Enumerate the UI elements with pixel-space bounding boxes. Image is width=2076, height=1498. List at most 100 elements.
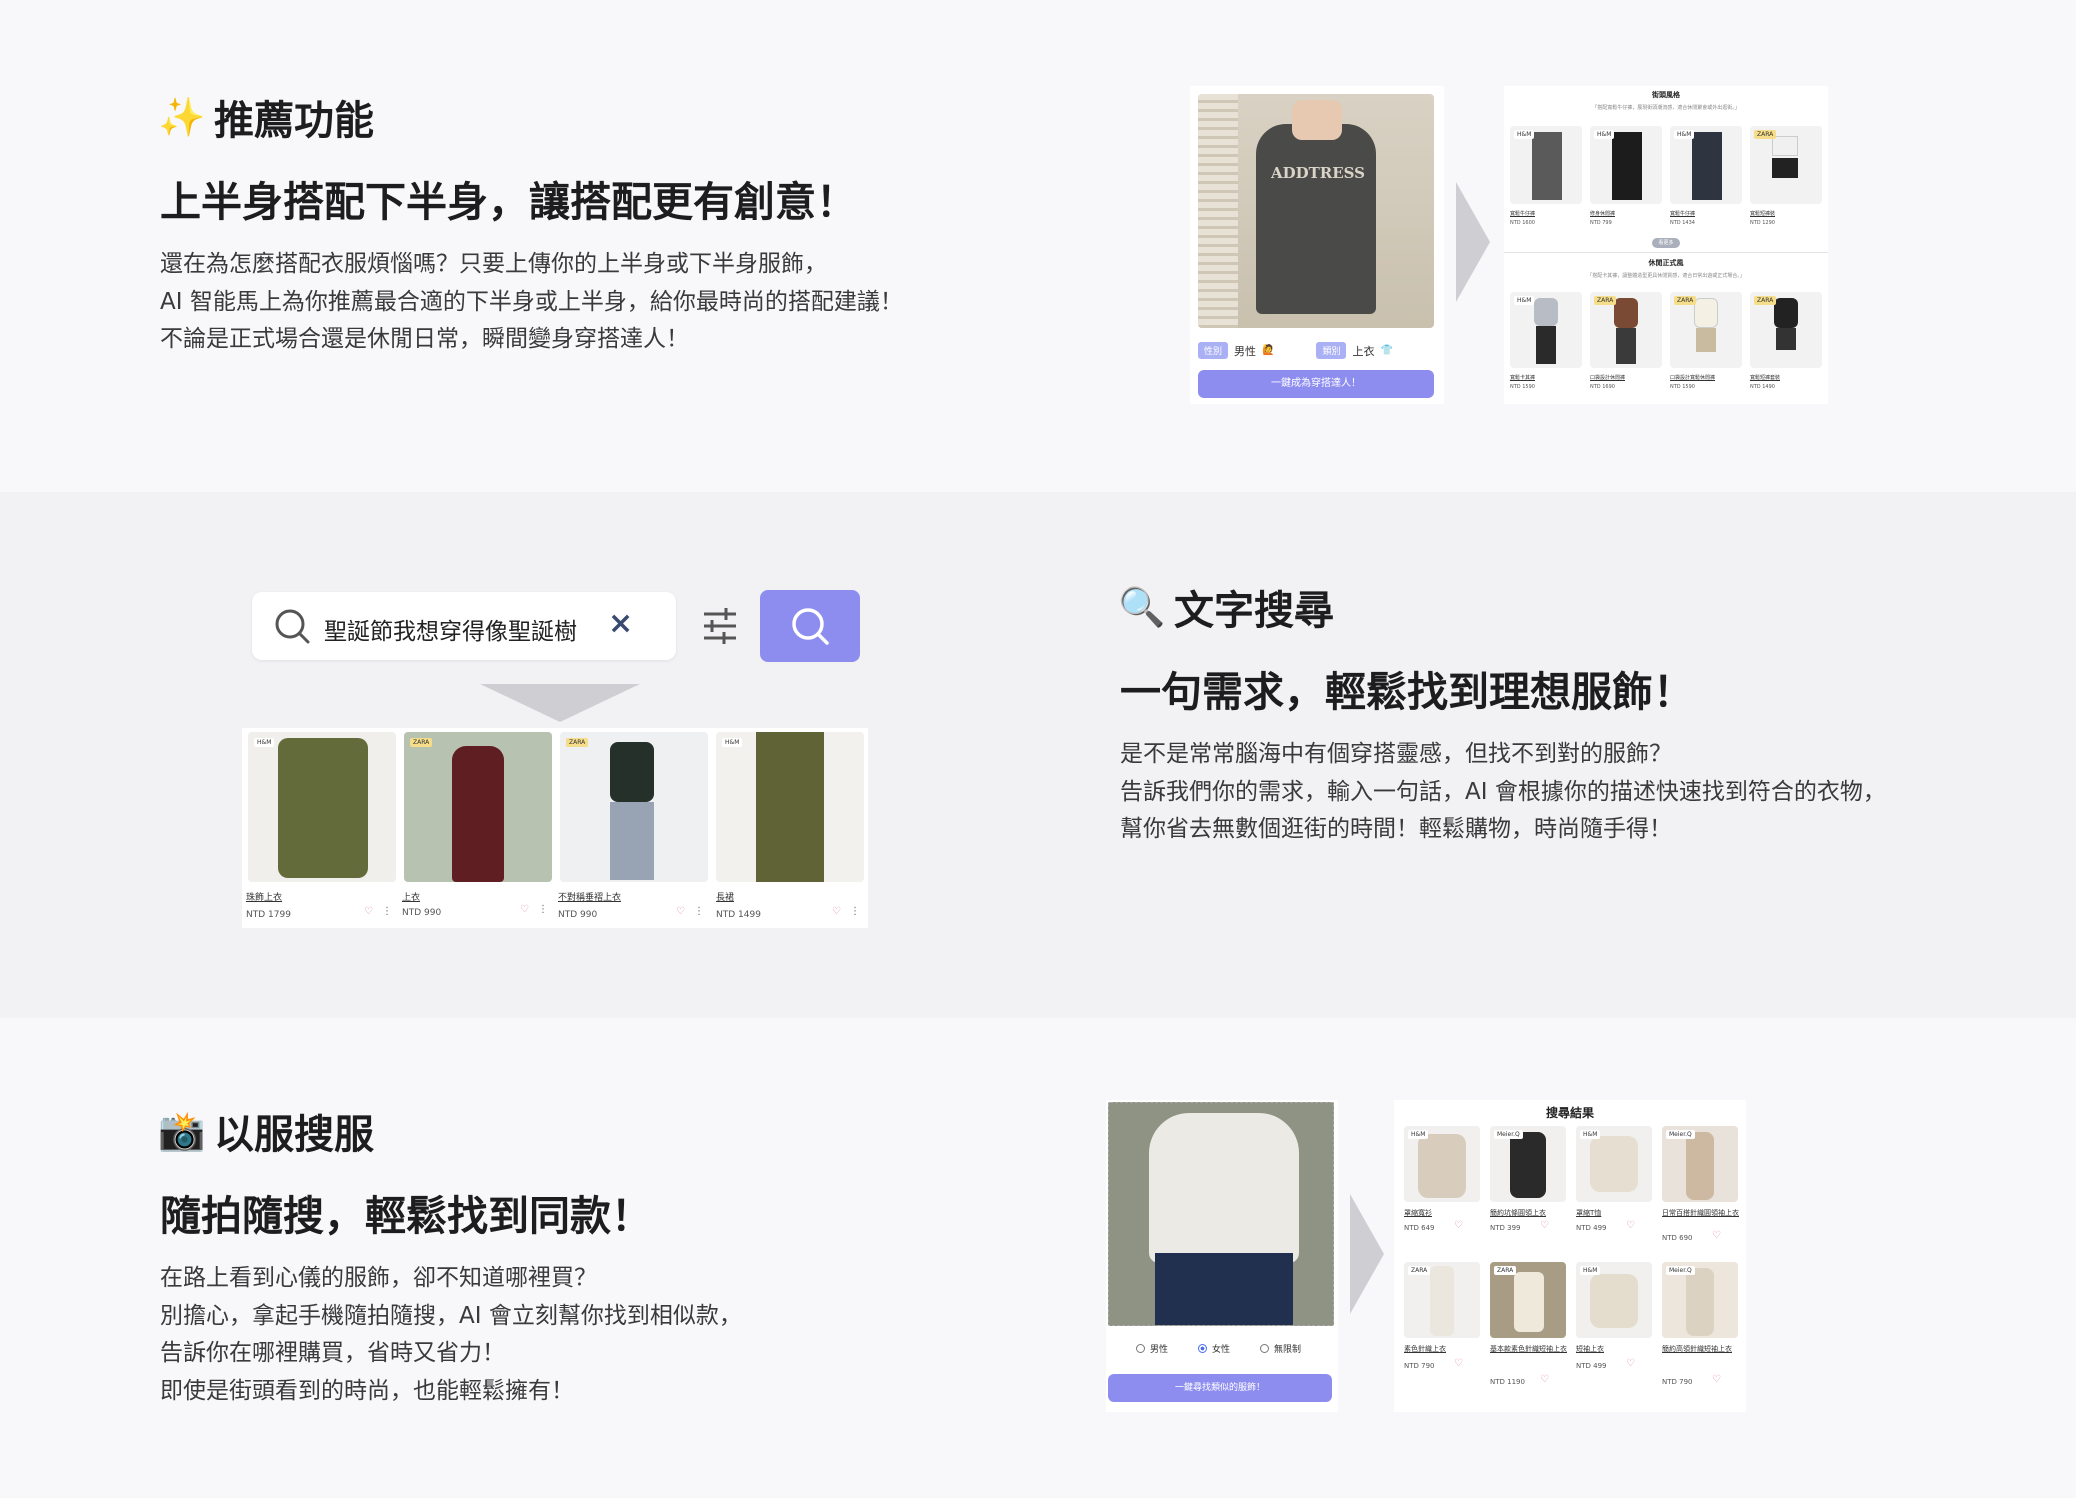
heart-icon[interactable]: ♡ xyxy=(1540,1220,1549,1231)
product-name[interactable]: 上衣 xyxy=(402,890,420,903)
product-name[interactable]: 罩縮寬衫 xyxy=(1404,1208,1432,1218)
brand-badge: H&M xyxy=(1408,1130,1429,1139)
product-name[interactable]: 素色針織上衣 xyxy=(1404,1344,1446,1354)
more-icon[interactable]: ⋮ xyxy=(382,906,392,917)
heart-icon[interactable]: ♡ xyxy=(520,904,529,915)
become-stylist-button[interactable]: 一鍵成為穿搭達人！ xyxy=(1198,370,1434,398)
description-line: 在路上看到心儀的服飾，卻不知道哪裡買？ xyxy=(160,1265,597,1291)
find-similar-button[interactable]: 一鍵尋找類似的服飾！ xyxy=(1108,1374,1332,1402)
feature-title-text: 文字搜尋 xyxy=(1174,588,1334,634)
see-more-button[interactable]: 看更多 xyxy=(1652,238,1680,248)
heart-icon[interactable]: ♡ xyxy=(832,906,841,917)
brand-badge: H&M xyxy=(722,738,743,747)
brand-badge: H&M xyxy=(1674,130,1695,139)
brand-badge: Meier.Q xyxy=(1666,1266,1695,1275)
description-line: AI 智能馬上為你推薦最合適的下半身或上半身，給你最時尚的搭配建議！ xyxy=(160,288,903,315)
brand-badge: ZARA xyxy=(1674,296,1697,305)
product-name[interactable]: 長裙 xyxy=(716,890,734,903)
product-price: NTD 1190 xyxy=(1490,1378,1525,1386)
more-icon[interactable]: ⋮ xyxy=(694,906,704,917)
heart-icon[interactable]: ♡ xyxy=(1712,1230,1721,1241)
photo-upload-panel: 男性 女性 無限制 一鍵尋找類似的服飾！ xyxy=(1106,1100,1338,1412)
section-recommend: ✨ 推薦功能 上半身搭配下半身，讓搭配更有創意！ 還在為怎麼搭配衣服煩惱嗎？只要… xyxy=(0,0,2076,492)
radio-label: 無限制 xyxy=(1274,1345,1302,1355)
product-price: NTD 790 xyxy=(1404,1362,1435,1370)
product-price: NTD 1290 xyxy=(1750,220,1775,226)
brand-badge: Meier.Q xyxy=(1494,1130,1523,1139)
product-name[interactable]: 修身休閒褲 xyxy=(1590,210,1615,217)
uploaded-photo[interactable] xyxy=(1108,1102,1334,1326)
product-name[interactable]: 罩縮T恤 xyxy=(1576,1208,1601,1218)
product-price: NTD 1499 xyxy=(716,910,761,920)
product-name[interactable]: 寬鬆短褲套裝 xyxy=(1750,374,1780,381)
radio-female[interactable]: 女性 xyxy=(1198,1342,1230,1355)
product-name[interactable]: 珠飾上衣 xyxy=(246,890,282,903)
product-name[interactable]: 寬鬆卡其褲 xyxy=(1510,374,1535,381)
more-icon[interactable]: ⋮ xyxy=(538,904,548,915)
product-name[interactable]: 寬鬆牛仔褲 xyxy=(1670,210,1695,217)
heart-icon[interactable]: ♡ xyxy=(1454,1358,1463,1369)
product-name[interactable]: 簡約高領針織短袖上衣 xyxy=(1662,1344,1740,1354)
heart-icon[interactable]: ♡ xyxy=(364,906,373,917)
shirt-icon: 👕 xyxy=(1380,345,1393,356)
search-box[interactable]: 聖誕節我想穿得像聖誕樹 × xyxy=(252,592,676,660)
style-title: 街頭風格 xyxy=(1652,91,1680,99)
heart-icon[interactable]: ♡ xyxy=(1540,1374,1549,1385)
radio-male[interactable]: 男性 xyxy=(1136,1342,1168,1355)
brand-badge: ZARA xyxy=(1754,296,1777,305)
description-line: 即使是街頭看到的時尚，也能輕鬆擁有！ xyxy=(160,1377,574,1404)
heart-icon[interactable]: ♡ xyxy=(676,906,685,917)
product-price: NTD 399 xyxy=(1490,1224,1521,1232)
description: 還在為怎麼搭配衣服煩惱嗎？只要上傳你的上半身或下半身服飾， AI 智能馬上為你推… xyxy=(160,246,903,359)
product-price: NTD 1434 xyxy=(1670,220,1695,226)
style-title: 休閒正式風 xyxy=(1648,259,1684,267)
brand-badge: H&M xyxy=(1594,130,1615,139)
product-name[interactable]: 口袋設計寬鬆休閒褲 xyxy=(1670,374,1715,381)
clear-icon[interactable]: × xyxy=(608,606,633,641)
search-input[interactable]: 聖誕節我想穿得像聖誕樹 xyxy=(324,612,577,646)
headline: 上半身搭配下半身，讓搭配更有創意！ xyxy=(160,178,857,226)
filter-icon[interactable] xyxy=(700,608,740,644)
product-name[interactable]: 基本款素色針織短袖上衣 xyxy=(1490,1344,1570,1354)
radio-any[interactable]: 無限制 xyxy=(1260,1342,1301,1355)
product-image[interactable] xyxy=(716,732,864,882)
product-image[interactable] xyxy=(404,732,552,882)
product-name[interactable]: 口袋設計休閒褲 xyxy=(1590,374,1625,381)
description: 是不是常常腦海中有個穿搭靈感，但找不到對的服飾？ 告訴我們你的需求，輸入一句話，… xyxy=(1120,736,1886,849)
product-price: NTD 990 xyxy=(558,910,598,920)
heart-icon[interactable]: ♡ xyxy=(1454,1220,1463,1231)
product-image[interactable] xyxy=(560,732,708,882)
product-name[interactable]: 短袖上衣 xyxy=(1576,1344,1604,1354)
recommend-results-panel: 街頭風格 「搭配寬鬆牛仔褲，展現街頭潮流感，適合休閒聚會或外出逛街。」 H&M … xyxy=(1504,86,1828,404)
description-line: 告訴你在哪裡購買，省時又省力！ xyxy=(160,1340,505,1366)
search-icon xyxy=(792,608,829,645)
category-value[interactable]: 上衣 xyxy=(1352,343,1374,359)
heart-icon[interactable]: ♡ xyxy=(1626,1220,1635,1231)
product-name[interactable]: 寬鬆牛仔褲 xyxy=(1510,210,1535,217)
product-price: NTD 1590 xyxy=(1670,384,1695,390)
more-icon[interactable]: ⋮ xyxy=(850,906,860,917)
section-text-search: 聖誕節我想穿得像聖誕樹 × H&M ZARA ZARA H&M 珠飾上衣 上衣 … xyxy=(0,492,2076,1018)
product-name[interactable]: 不對稱垂褶上衣 xyxy=(558,890,621,903)
product-name[interactable]: 簡約坑條圓領上衣 xyxy=(1490,1208,1546,1218)
style-desc: 「搭配寬鬆牛仔褲，展現街頭潮流感，適合休閒聚會或外出逛街。」 xyxy=(1592,105,1740,111)
description-line: 告訴我們你的需求，輸入一句話，AI 會根據你的描述快速找到符合的衣物， xyxy=(1120,778,1886,805)
product-name[interactable]: 寬鬆短褲裝 xyxy=(1750,210,1775,217)
arrow-right-icon xyxy=(1456,182,1490,302)
section-image-search: 📸 以服搜服 隨拍隨搜，輕鬆找到同款！ 在路上看到心儀的服飾，卻不知道哪裡買？ … xyxy=(0,1018,2076,1498)
product-image[interactable] xyxy=(248,732,396,882)
style-desc: 「搭配卡其褲，讓整體造型更具休閒質感，適合日常出遊或正式場合。」 xyxy=(1587,273,1745,279)
arrow-right-icon xyxy=(1350,1194,1384,1314)
product-price: NTD 790 xyxy=(1662,1378,1693,1386)
heart-icon[interactable]: ♡ xyxy=(1712,1374,1721,1385)
feature-title-text: 以服搜服 xyxy=(214,1112,374,1158)
brand-badge: H&M xyxy=(1580,1266,1601,1275)
gender-value[interactable]: 男性 xyxy=(1234,343,1256,359)
product-name[interactable]: 日常百搭針織圓領袖上衣 xyxy=(1662,1208,1740,1218)
product-price: NTD 1490 xyxy=(1750,384,1775,390)
heart-icon[interactable]: ♡ xyxy=(1626,1358,1635,1369)
brand-badge: ZARA xyxy=(1754,130,1777,139)
brand-badge: ZARA xyxy=(1594,296,1617,305)
brand-badge: ZARA xyxy=(410,738,433,747)
search-button[interactable] xyxy=(760,590,860,662)
